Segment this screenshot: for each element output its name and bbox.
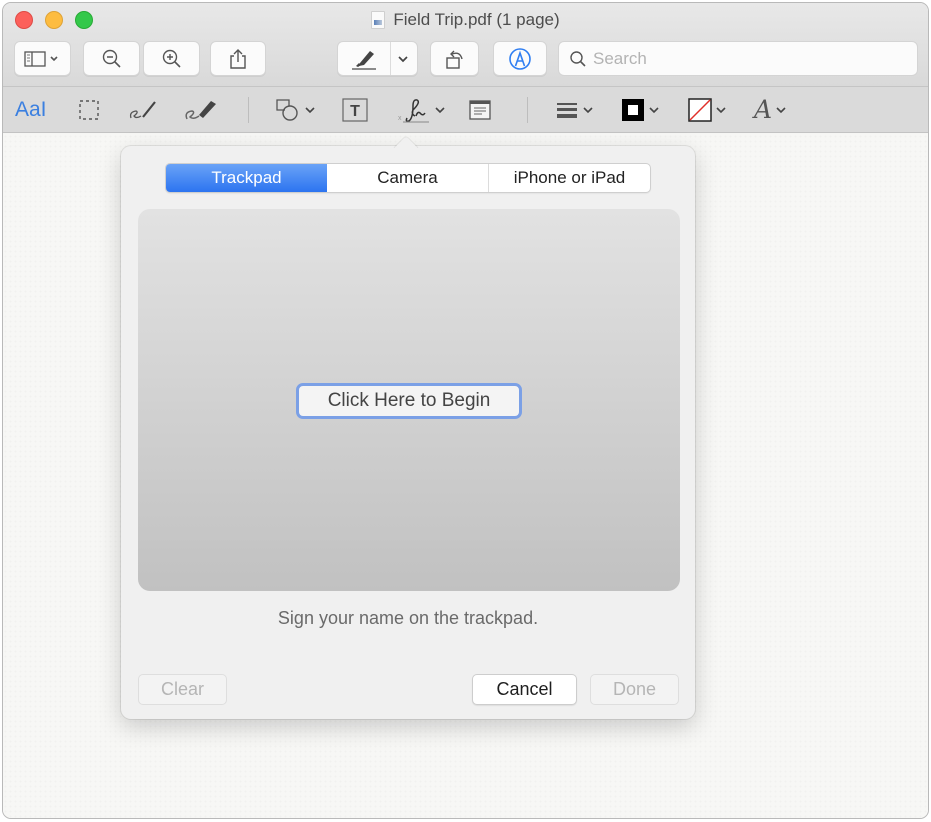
toolbar-separator (248, 97, 249, 123)
zoom-in-button[interactable] (143, 41, 200, 76)
zoom-out-button[interactable] (83, 41, 140, 76)
text-selection-tool[interactable]: AaI (15, 96, 47, 124)
text-style-icon: A (754, 95, 773, 124)
chevron-down-icon (305, 107, 315, 114)
popover-arrow (393, 134, 419, 148)
markup-button[interactable] (493, 41, 547, 76)
share-button[interactable] (210, 41, 266, 76)
chevron-down-icon (435, 107, 445, 114)
search-input[interactable] (593, 48, 893, 69)
note-tool[interactable] (468, 96, 492, 124)
chevron-down-icon (583, 107, 593, 114)
signature-popover: Trackpad Camera iPhone or iPad Click Her… (121, 146, 695, 719)
sidebar-icon (23, 50, 58, 67)
toolbar-separator (527, 97, 528, 123)
rectangular-selection-icon (79, 100, 99, 120)
pdf-document-icon (371, 11, 386, 29)
fill-color-tool[interactable] (688, 96, 726, 124)
signature-source-tabs: Trackpad Camera iPhone or iPad (165, 163, 651, 193)
text-box-tool[interactable]: T (341, 96, 369, 124)
text-selection-label: AaI (15, 98, 47, 121)
border-color-icon (622, 99, 644, 121)
shapes-icon (276, 99, 298, 121)
draw-tool[interactable] (183, 96, 219, 124)
search-icon (570, 50, 586, 67)
shape-style-tool[interactable] (555, 96, 593, 124)
fill-none-icon (688, 98, 712, 122)
chevron-down-icon (776, 107, 786, 114)
highlight-main[interactable] (338, 48, 389, 70)
zoom-in-icon (162, 49, 181, 68)
sidebar-button[interactable] (14, 41, 71, 76)
click-here-to-begin-button[interactable]: Click Here to Begin (296, 383, 522, 419)
note-icon (469, 100, 491, 120)
rotate-left-icon (445, 50, 463, 69)
clear-button[interactable]: Clear (138, 674, 227, 705)
rotate-button[interactable] (430, 41, 479, 76)
tab-iphone-or-ipad[interactable]: iPhone or iPad (489, 164, 650, 192)
highlight-button[interactable] (337, 41, 418, 76)
titlebar: Field Trip.pdf (1 page) (3, 3, 928, 87)
rectangular-selection-tool[interactable] (77, 96, 101, 124)
shapes-tool[interactable] (275, 96, 315, 124)
sketch-tool[interactable] (127, 96, 159, 124)
chevron-down-icon (398, 55, 408, 62)
highlight-options-button[interactable] (389, 54, 417, 64)
chevron-down-icon (649, 107, 659, 114)
draw-icon (185, 101, 216, 120)
window-title: Field Trip.pdf (1 page) (3, 10, 928, 30)
window-title-text: Field Trip.pdf (1 page) (393, 10, 560, 29)
sign-tool[interactable]: x (397, 96, 445, 124)
tab-camera[interactable]: Camera (327, 164, 489, 192)
chevron-down-icon (716, 107, 726, 114)
markup-toolbar: AaI T x A (3, 87, 928, 133)
search-field[interactable] (558, 41, 918, 76)
signature-icon: x (398, 99, 429, 123)
markup-pen-icon (509, 47, 531, 70)
cancel-button[interactable]: Cancel (472, 674, 577, 705)
zoom-out-icon (102, 49, 121, 68)
signature-trackpad-area[interactable]: Click Here to Begin (138, 209, 680, 591)
done-button[interactable]: Done (590, 674, 679, 705)
sketch-icon (129, 101, 156, 119)
text-style-tool[interactable]: A (754, 96, 786, 124)
svg-text:T: T (350, 103, 360, 120)
border-color-tool[interactable] (621, 96, 659, 124)
line-weight-icon (557, 103, 577, 118)
split-divider (390, 42, 391, 75)
text-box-icon: T (342, 98, 368, 122)
highlighter-icon (351, 50, 376, 70)
svg-text:x: x (398, 115, 402, 122)
share-icon (230, 48, 246, 69)
instruction-text: Sign your name on the trackpad. (277, 608, 539, 628)
tab-trackpad[interactable]: Trackpad (166, 164, 327, 192)
